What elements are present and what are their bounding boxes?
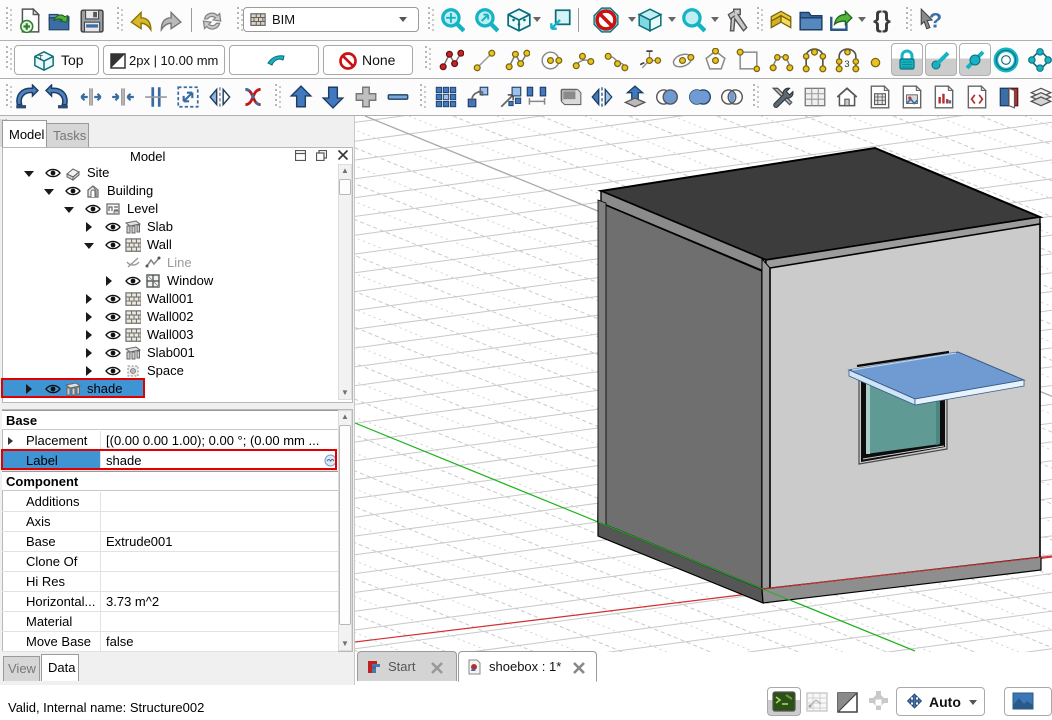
svg-text:3: 3 <box>844 59 849 69</box>
svg-text:T: T <box>39 53 44 62</box>
svg-text:{}: {} <box>873 7 891 33</box>
